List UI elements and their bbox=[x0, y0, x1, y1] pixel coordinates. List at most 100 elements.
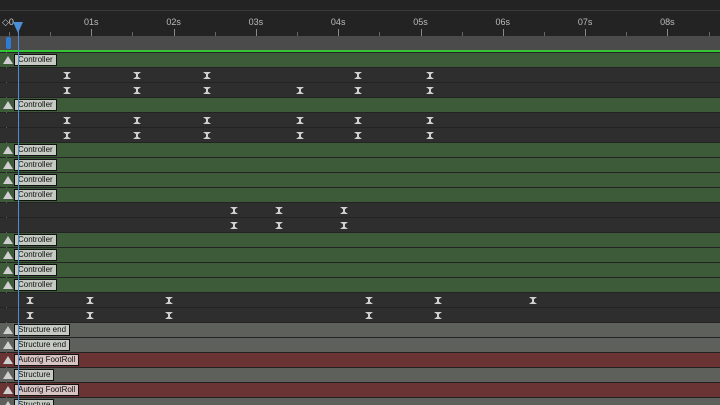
layer-name-label: Controller bbox=[14, 159, 57, 171]
keyframe-icon[interactable] bbox=[203, 72, 212, 79]
property-keyframe-row bbox=[0, 68, 720, 82]
keyframe-icon[interactable] bbox=[25, 312, 35, 319]
keyframe-icon[interactable] bbox=[63, 117, 72, 124]
playhead-line[interactable] bbox=[18, 22, 19, 405]
keyframe-icon[interactable] bbox=[296, 132, 305, 139]
keyframe-icon[interactable] bbox=[529, 297, 538, 304]
keyframe-icon[interactable] bbox=[133, 132, 142, 139]
keyframe-icon[interactable] bbox=[339, 207, 349, 214]
keyframe-icon[interactable] bbox=[274, 207, 284, 214]
layer-in-point-icon[interactable] bbox=[3, 356, 13, 364]
keyframe-icon[interactable] bbox=[426, 72, 435, 79]
ruler-tick-label: 06s bbox=[495, 17, 511, 27]
keyframe-icon[interactable] bbox=[433, 297, 443, 304]
layer-bar[interactable]: Autorig FootRoll bbox=[0, 383, 720, 397]
keyframe-icon[interactable] bbox=[433, 312, 443, 319]
layer-in-point-icon[interactable] bbox=[3, 341, 13, 349]
layer-name-label: Structure end bbox=[14, 339, 71, 351]
keyframe-icon[interactable] bbox=[165, 312, 174, 319]
layer-in-point-icon[interactable] bbox=[3, 371, 13, 379]
layer-bar[interactable]: Controller bbox=[0, 173, 720, 187]
layer-bar[interactable]: Controller bbox=[0, 98, 720, 112]
keyframe-icon[interactable] bbox=[353, 72, 363, 79]
layer-name-label: Controller bbox=[14, 174, 57, 186]
keyframe-icon[interactable] bbox=[229, 207, 239, 214]
layer-in-point-icon[interactable] bbox=[3, 401, 13, 405]
layer-name-label: Controller bbox=[14, 99, 57, 111]
layer-in-point-icon[interactable] bbox=[3, 386, 13, 394]
layer-bar[interactable]: Structure bbox=[0, 368, 720, 382]
ruler-tick-label: 08s bbox=[660, 17, 675, 27]
keyframe-icon[interactable] bbox=[426, 87, 435, 94]
keyframe-icon[interactable] bbox=[364, 297, 374, 304]
property-keyframe-row bbox=[0, 308, 720, 322]
layer-in-point-icon[interactable] bbox=[3, 56, 13, 64]
layer-in-point-icon[interactable] bbox=[3, 326, 13, 334]
layer-name-label: Controller bbox=[14, 54, 57, 66]
layer-name-label: Structure end bbox=[14, 324, 71, 336]
layer-bar[interactable]: Controller bbox=[0, 143, 720, 157]
property-keyframe-row bbox=[0, 113, 720, 127]
keyframe-icon[interactable] bbox=[229, 222, 239, 229]
layer-name-label: Controller bbox=[14, 279, 57, 291]
keyframe-icon[interactable] bbox=[426, 132, 435, 139]
layer-bar[interactable]: Controller bbox=[0, 53, 720, 67]
keyframe-icon[interactable] bbox=[296, 117, 305, 124]
ruler-tick-label: 03s bbox=[248, 17, 264, 27]
layer-bar[interactable]: Controller bbox=[0, 188, 720, 202]
keyframe-icon[interactable] bbox=[353, 117, 363, 124]
keyframe-icon[interactable] bbox=[426, 117, 435, 124]
timeline-tracks: Controller Controller Controller Controller… bbox=[0, 53, 720, 405]
layer-bar[interactable]: Controller bbox=[0, 233, 720, 247]
ruler-major-tick bbox=[667, 29, 669, 36]
playhead-handle[interactable] bbox=[13, 22, 23, 33]
keyframe-icon[interactable] bbox=[133, 117, 142, 124]
layer-in-point-icon[interactable] bbox=[3, 101, 13, 109]
keyframe-icon[interactable] bbox=[63, 132, 72, 139]
keyframe-icon[interactable] bbox=[353, 87, 363, 94]
layer-in-point-icon[interactable] bbox=[3, 266, 13, 274]
ruler-major-tick bbox=[502, 29, 504, 36]
keyframe-icon[interactable] bbox=[63, 87, 72, 94]
ruler-major-tick bbox=[338, 29, 340, 36]
layer-in-point-icon[interactable] bbox=[3, 236, 13, 244]
layer-in-point-icon[interactable] bbox=[3, 281, 13, 289]
work-area-bar[interactable] bbox=[0, 36, 720, 50]
ruler-tick-label: 01s bbox=[84, 17, 99, 27]
keyframe-icon[interactable] bbox=[364, 312, 374, 319]
layer-bar[interactable]: Controller bbox=[0, 248, 720, 262]
keyframe-icon[interactable] bbox=[203, 87, 212, 94]
keyframe-icon[interactable] bbox=[63, 72, 72, 79]
layer-name-label: Structure bbox=[14, 399, 55, 405]
layer-in-point-icon[interactable] bbox=[3, 176, 13, 184]
keyframe-icon[interactable] bbox=[165, 297, 174, 304]
keyframe-icon[interactable] bbox=[274, 222, 284, 229]
keyframe-icon[interactable] bbox=[86, 297, 95, 304]
keyframe-icon[interactable] bbox=[339, 222, 349, 229]
layer-bar[interactable]: Structure end bbox=[0, 338, 720, 352]
keyframe-icon[interactable] bbox=[25, 297, 35, 304]
layer-in-point-icon[interactable] bbox=[3, 146, 13, 154]
layer-bar[interactable]: Controller bbox=[0, 278, 720, 292]
layer-bar[interactable]: Autorig FootRoll bbox=[0, 353, 720, 367]
time-ruler[interactable]: ◇0 01s 02s 03s 04s 05s 06s 07s 08s bbox=[0, 0, 720, 36]
layer-in-point-icon[interactable] bbox=[3, 251, 13, 259]
layer-bar[interactable]: Structure end bbox=[0, 323, 720, 337]
layer-name-label: Controller bbox=[14, 189, 57, 201]
layer-bar[interactable]: Structure bbox=[0, 398, 720, 405]
keyframe-icon[interactable] bbox=[86, 312, 95, 319]
keyframe-icon[interactable] bbox=[353, 132, 363, 139]
ruler-tick-label: 04s bbox=[330, 17, 346, 27]
layer-in-point-icon[interactable] bbox=[3, 191, 13, 199]
ruler-tick-label: 05s bbox=[413, 17, 428, 27]
keyframe-icon[interactable] bbox=[203, 117, 212, 124]
ruler-top-line bbox=[0, 10, 720, 11]
work-area-start-handle[interactable] bbox=[6, 37, 11, 49]
layer-in-point-icon[interactable] bbox=[3, 161, 13, 169]
layer-bar[interactable]: Controller bbox=[0, 263, 720, 277]
keyframe-icon[interactable] bbox=[296, 87, 305, 94]
keyframe-icon[interactable] bbox=[133, 87, 142, 94]
keyframe-icon[interactable] bbox=[133, 72, 142, 79]
keyframe-icon[interactable] bbox=[203, 132, 212, 139]
layer-bar[interactable]: Controller bbox=[0, 158, 720, 172]
